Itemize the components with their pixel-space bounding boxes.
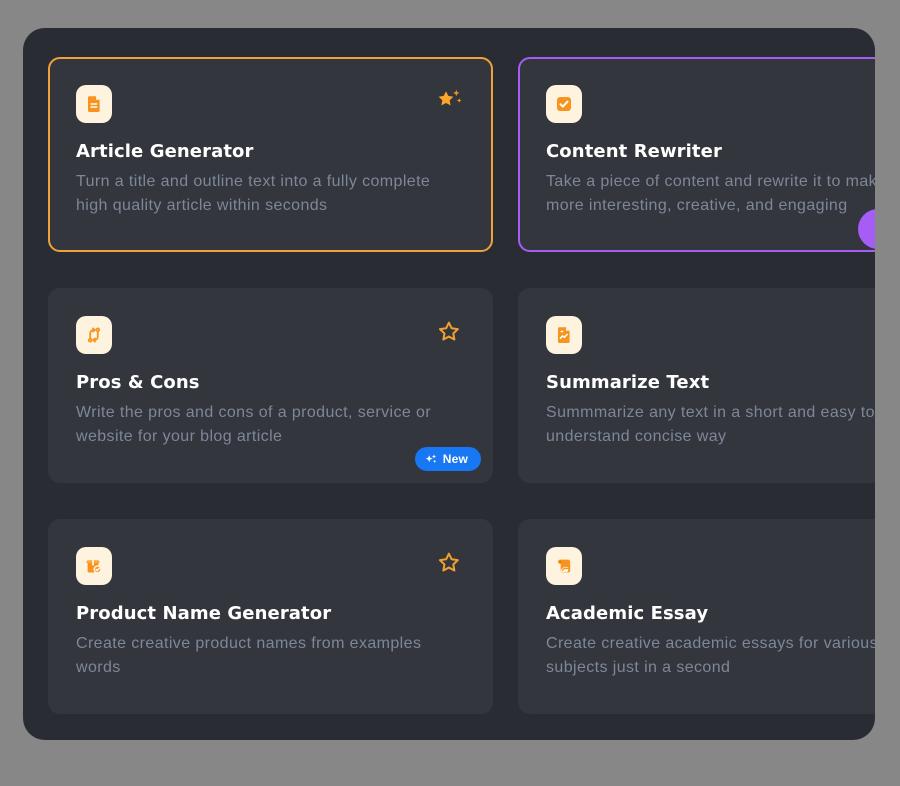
tool-card-academic-essay[interactable]: Academic Essay Create creative academic … xyxy=(518,519,875,714)
favorite-star-outline-icon[interactable] xyxy=(436,550,463,576)
card-description: Take a piece of content and rewrite it t… xyxy=(546,170,875,218)
card-title: Article Generator xyxy=(76,139,465,165)
card-title: Summarize Text xyxy=(546,370,875,396)
new-badge: New xyxy=(415,447,481,471)
card-description: Create creative product names from examp… xyxy=(76,632,465,680)
card-title: Academic Essay xyxy=(546,601,875,627)
card-title: Pros & Cons xyxy=(76,370,465,396)
favorite-star-filled-icon[interactable] xyxy=(436,88,463,114)
tool-card-content-rewriter[interactable]: Content Rewriter Take a piece of content… xyxy=(518,57,875,252)
new-badge-label: New xyxy=(443,452,468,466)
package-check-icon xyxy=(76,547,112,585)
document-chart-icon xyxy=(546,316,582,354)
card-title: Product Name Generator xyxy=(76,601,465,627)
card-description: Summmarize any text in a short and easy … xyxy=(546,401,875,449)
card-description: Turn a title and outline text into a ful… xyxy=(76,170,465,218)
swap-arrows-icon xyxy=(76,316,112,354)
tool-card-product-name-generator[interactable]: Product Name Generator Create creative p… xyxy=(48,519,493,714)
tools-panel: Article Generator Turn a title and outli… xyxy=(23,28,875,740)
favorite-star-outline-icon[interactable] xyxy=(436,319,463,345)
tool-card-pros-cons[interactable]: Pros & Cons Write the pros and cons of a… xyxy=(48,288,493,483)
scroll-icon xyxy=(546,547,582,585)
tool-cards-grid: Article Generator Turn a title and outli… xyxy=(48,57,875,714)
card-title: Content Rewriter xyxy=(546,139,875,165)
tool-card-article-generator[interactable]: Article Generator Turn a title and outli… xyxy=(48,57,493,252)
card-description: Create creative academic essays for vari… xyxy=(546,632,875,680)
sparkle-icon xyxy=(425,453,437,465)
tool-card-summarize-text[interactable]: Summarize Text Summmarize any text in a … xyxy=(518,288,875,483)
card-description: Write the pros and cons of a product, se… xyxy=(76,401,465,449)
document-icon xyxy=(76,85,112,123)
checkbox-icon xyxy=(546,85,582,123)
